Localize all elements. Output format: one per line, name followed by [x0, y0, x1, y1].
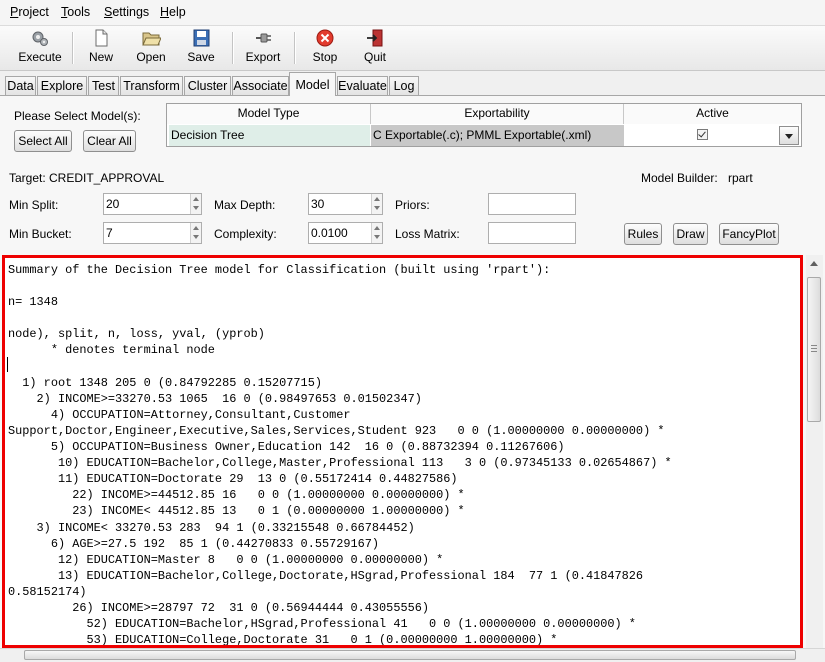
- stop-button[interactable]: Stop: [305, 26, 345, 70]
- draw-button[interactable]: Draw: [673, 223, 708, 245]
- menu-settings[interactable]: Settings: [104, 5, 149, 19]
- priors-label: Priors:: [395, 198, 430, 212]
- open-label: Open: [136, 50, 166, 64]
- open-button[interactable]: Open: [131, 26, 171, 70]
- spinner-arrows-icon[interactable]: [371, 223, 382, 243]
- min-split-spinner[interactable]: 20: [103, 193, 202, 215]
- scroll-up-arrow-icon[interactable]: [810, 261, 818, 266]
- model-builder-label: Model Builder:: [641, 171, 718, 185]
- min-bucket-spinner[interactable]: 7: [103, 222, 202, 244]
- horizontal-scroll-thumb[interactable]: [24, 650, 796, 660]
- quit-exit-icon: [367, 29, 383, 47]
- model-builder-value: rpart: [728, 171, 753, 185]
- toolbar-separator: [72, 32, 74, 64]
- rules-button[interactable]: Rules: [624, 223, 662, 245]
- menu-project[interactable]: Project: [10, 5, 49, 19]
- execute-button[interactable]: Execute: [14, 26, 66, 70]
- priors-input[interactable]: [488, 193, 576, 215]
- menu-tools[interactable]: Tools: [61, 5, 90, 19]
- save-button[interactable]: Save: [181, 26, 221, 70]
- export-button[interactable]: Export: [240, 26, 286, 70]
- menu-help[interactable]: Help: [160, 5, 186, 19]
- exportability-cell: C Exportable(.c); PMML Exportable(.xml): [371, 125, 624, 146]
- column-header-model-type[interactable]: Model Type: [167, 104, 371, 124]
- export-label: Export: [245, 50, 281, 64]
- model-summary-text: Summary of the Decision Tree model for C…: [8, 263, 672, 648]
- new-label: New: [88, 50, 113, 64]
- max-depth-value: 30: [311, 197, 325, 211]
- fancyplot-button[interactable]: FancyPlot: [719, 223, 779, 245]
- horizontal-scrollbar[interactable]: [0, 648, 825, 662]
- min-split-label: Min Split:: [9, 198, 59, 212]
- spinner-arrows-icon[interactable]: [371, 194, 382, 214]
- loss-matrix-input[interactable]: [488, 222, 576, 244]
- quit-label: Quit: [363, 50, 386, 64]
- min-split-value: 20: [106, 197, 120, 211]
- max-depth-label: Max Depth:: [214, 198, 276, 212]
- notebook-tabs: Data Explore Test Transform Cluster Asso…: [0, 72, 825, 96]
- open-folder-icon: [142, 32, 161, 46]
- tab-evaluate[interactable]: Evaluate: [337, 76, 388, 95]
- model-type-cell[interactable]: Decision Tree: [169, 125, 370, 146]
- text-cursor: [7, 357, 8, 372]
- save-floppy-icon: [193, 29, 210, 47]
- complexity-value: 0.0100: [311, 226, 348, 240]
- column-header-exportability[interactable]: Exportability: [371, 104, 624, 124]
- tab-cluster[interactable]: Cluster: [184, 76, 231, 95]
- model-dropdown-button[interactable]: [779, 126, 799, 145]
- column-header-active[interactable]: Active: [624, 104, 801, 124]
- vertical-scrollbar[interactable]: [806, 255, 823, 648]
- vertical-scroll-thumb[interactable]: [807, 277, 821, 422]
- select-all-button[interactable]: Select All: [14, 130, 72, 152]
- active-checkbox[interactable]: [697, 129, 708, 140]
- tab-log[interactable]: Log: [389, 76, 419, 95]
- tab-test[interactable]: Test: [88, 76, 119, 95]
- tab-explore[interactable]: Explore: [37, 76, 87, 95]
- toolbar-separator: [232, 32, 234, 64]
- target-label: Target: CREDIT_APPROVAL: [9, 171, 165, 185]
- select-models-label: Please Select Model(s):: [14, 109, 141, 123]
- new-document-icon: [95, 29, 108, 47]
- chevron-down-icon: [785, 134, 793, 139]
- min-bucket-label: Min Bucket:: [9, 227, 72, 241]
- loss-matrix-label: Loss Matrix:: [395, 227, 460, 241]
- tab-associate[interactable]: Associate: [232, 76, 289, 95]
- tab-transform[interactable]: Transform: [120, 76, 183, 95]
- spinner-arrows-icon[interactable]: [190, 223, 201, 243]
- quit-button[interactable]: Quit: [355, 26, 395, 70]
- tab-model[interactable]: Model: [289, 72, 336, 96]
- export-plug-icon: [256, 33, 271, 43]
- model-table: Model Type Exportability Active Decision…: [166, 103, 802, 147]
- stop-label: Stop: [312, 50, 338, 64]
- new-button[interactable]: New: [82, 26, 120, 70]
- menu-bar: Project Tools Settings Help: [0, 0, 825, 26]
- model-output-textview[interactable]: Summary of the Decision Tree model for C…: [2, 255, 803, 648]
- complexity-spinner[interactable]: 0.0100: [308, 222, 383, 244]
- stop-icon: [316, 29, 334, 47]
- toolbar-separator: [294, 32, 296, 64]
- spinner-arrows-icon[interactable]: [190, 194, 201, 214]
- complexity-label: Complexity:: [214, 227, 277, 241]
- max-depth-spinner[interactable]: 30: [308, 193, 383, 215]
- execute-label: Execute: [18, 50, 62, 64]
- tab-data[interactable]: Data: [5, 76, 36, 95]
- save-label: Save: [187, 50, 215, 64]
- toolbar: Execute New Open Save Export Stop Quit: [0, 26, 825, 71]
- min-bucket-value: 7: [106, 226, 113, 240]
- execute-gears-icon: [32, 31, 48, 46]
- clear-all-button[interactable]: Clear All: [83, 130, 136, 152]
